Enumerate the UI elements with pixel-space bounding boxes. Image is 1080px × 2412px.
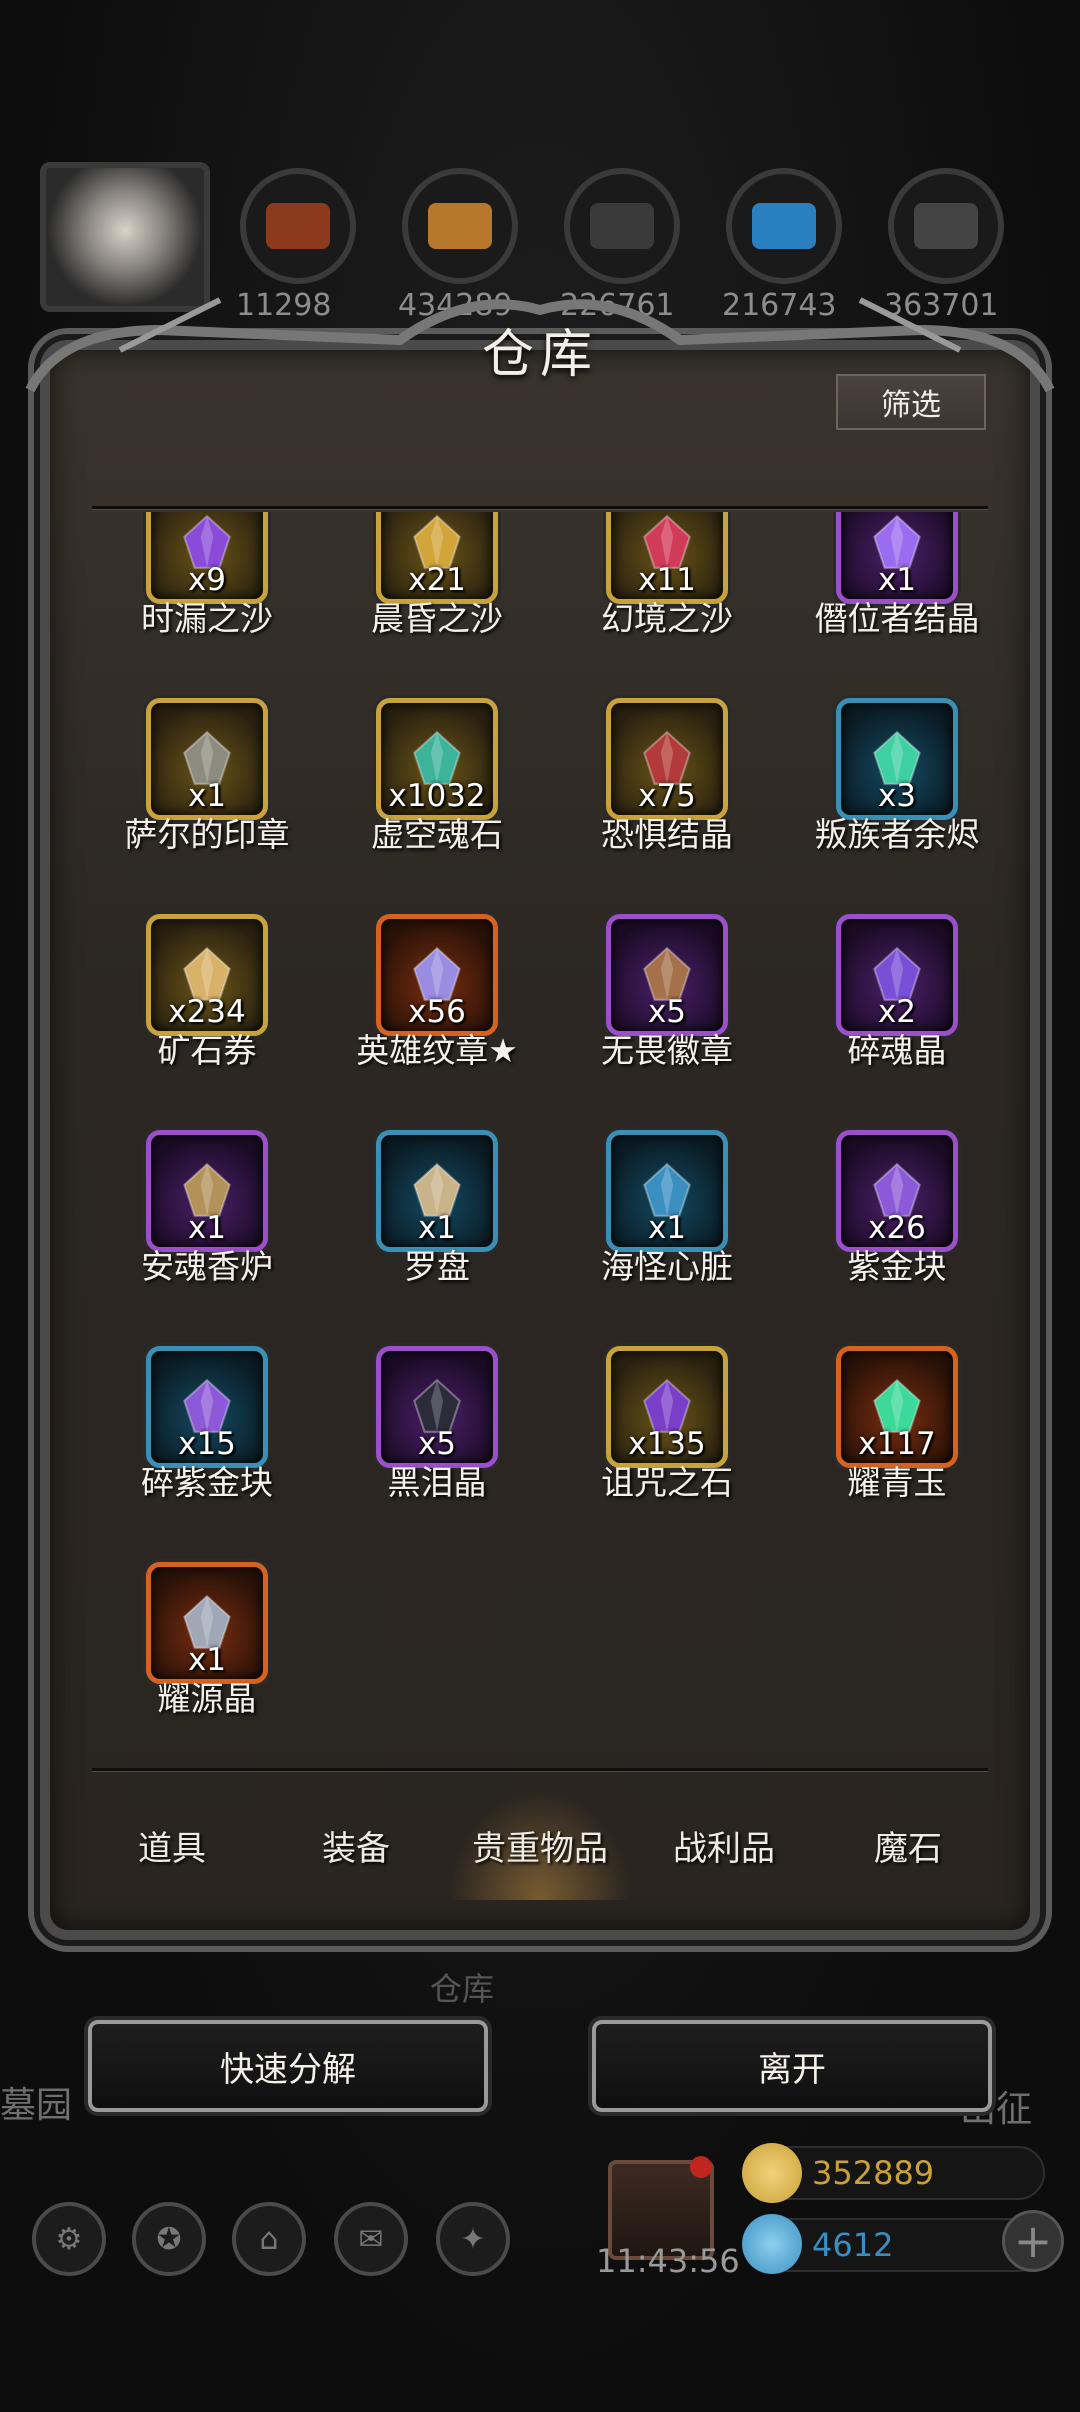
item-name: 矿石券 bbox=[157, 1031, 257, 1070]
gem-icon bbox=[742, 2214, 802, 2274]
resource-material-icon bbox=[590, 203, 654, 249]
item-name: 罗盘 bbox=[404, 1247, 470, 1286]
item-cell[interactable]: x5 黑泪晶 bbox=[322, 1346, 552, 1546]
item-cell[interactable]: x135 诅咒之石 bbox=[552, 1346, 782, 1546]
item-cell[interactable]: x2 碎魂晶 bbox=[782, 914, 988, 1114]
resource-material-icon bbox=[428, 203, 492, 249]
item-cell[interactable]: x56 英雄纹章★ bbox=[322, 914, 552, 1114]
item-cell[interactable]: x1 萨尔的印章 bbox=[92, 698, 322, 898]
item-cell[interactable]: x9 时漏之沙 bbox=[92, 512, 322, 682]
add-currency-button[interactable]: + bbox=[1002, 2210, 1064, 2272]
item-name: 碎紫金块 bbox=[141, 1463, 273, 1502]
resource-material-icon bbox=[752, 203, 816, 249]
item-name: 僭位者结晶 bbox=[814, 599, 980, 638]
category-tabs: 道具 装备 贵重物品 战利品 魔石 bbox=[80, 1790, 1000, 1900]
item-name: 英雄纹章★ bbox=[356, 1031, 518, 1070]
item-cell[interactable]: x5 无畏徽章 bbox=[552, 914, 782, 1114]
item-name: 耀青玉 bbox=[847, 1463, 947, 1502]
item-cell[interactable]: x26 紫金块 bbox=[782, 1130, 988, 1330]
item-name: 幻境之沙 bbox=[601, 599, 733, 638]
item-cell[interactable]: x1 罗盘 bbox=[322, 1130, 552, 1330]
item-cell[interactable]: x1 海怪心脏 bbox=[552, 1130, 782, 1330]
gold-coin-icon bbox=[742, 2143, 802, 2203]
gate-icon[interactable]: ⌂ bbox=[232, 2202, 306, 2276]
tab-3[interactable]: 贵重物品 bbox=[448, 1790, 632, 1900]
item-cell[interactable]: x21 晨昏之沙 bbox=[322, 512, 552, 682]
achievement-icon[interactable]: ✪ bbox=[132, 2202, 206, 2276]
quick-decompose-button[interactable]: 快速分解 bbox=[88, 2020, 488, 2112]
item-name: 黑泪晶 bbox=[387, 1463, 487, 1502]
item-cell[interactable]: x75 恐惧结晶 bbox=[552, 698, 782, 898]
item-cell[interactable]: x117 耀青玉 bbox=[782, 1346, 988, 1546]
tab-4[interactable]: 战利品 bbox=[632, 1790, 816, 1900]
item-name: 萨尔的印章 bbox=[124, 815, 290, 854]
item-name: 时漏之沙 bbox=[141, 599, 273, 638]
item-grid[interactable]: x9 时漏之沙 x21 晨昏之沙 x11 幻境之沙 x1 僭位者结晶 x1 萨尔的印章 x1032 虚… bbox=[92, 512, 988, 1768]
item-cell[interactable]: x15 碎紫金块 bbox=[92, 1346, 322, 1546]
tab-5[interactable]: 魔石 bbox=[816, 1790, 1000, 1900]
item-name: 诅咒之石 bbox=[601, 1463, 733, 1502]
resource-icon-4[interactable] bbox=[726, 168, 842, 284]
item-name: 安魂香炉 bbox=[141, 1247, 273, 1286]
resource-icon-5[interactable] bbox=[888, 168, 1004, 284]
leave-button[interactable]: 离开 bbox=[592, 2020, 992, 2112]
item-cell[interactable]: x1 安魂香炉 bbox=[92, 1130, 322, 1330]
resource-material-icon bbox=[266, 203, 330, 249]
notification-dot bbox=[690, 2156, 712, 2178]
item-cell[interactable]: x3 叛族者余烬 bbox=[782, 698, 988, 898]
item-name: 虚空魂石 bbox=[371, 815, 503, 854]
item-cell[interactable]: x234 矿石券 bbox=[92, 914, 322, 1114]
item-name: 紫金块 bbox=[847, 1247, 947, 1286]
tab-1[interactable]: 道具 bbox=[80, 1790, 264, 1900]
gem-amount: 4612 bbox=[812, 2226, 894, 2264]
gold-amount: 352889 bbox=[812, 2154, 935, 2192]
grid-top-divider bbox=[92, 506, 988, 509]
resource-icon-3[interactable] bbox=[564, 168, 680, 284]
settings-icon[interactable]: ⚙ bbox=[32, 2202, 106, 2276]
mail-icon[interactable]: ✉ bbox=[334, 2202, 408, 2276]
item-cell[interactable]: x1 僭位者结晶 bbox=[782, 512, 988, 682]
grid-bottom-divider bbox=[92, 1768, 988, 1771]
item-name: 晨昏之沙 bbox=[371, 599, 503, 638]
resource-icon-2[interactable] bbox=[402, 168, 518, 284]
bg-label-graveyard: 墓园 bbox=[0, 2085, 73, 2126]
item-name: 海怪心脏 bbox=[601, 1247, 733, 1286]
item-name: 无畏徽章 bbox=[601, 1031, 733, 1070]
item-name: 碎魂晶 bbox=[847, 1031, 947, 1070]
gift-timer: 11:43:56 bbox=[596, 2242, 740, 2280]
item-cell[interactable]: x1 耀源晶 bbox=[92, 1562, 322, 1762]
map-icon[interactable]: ✦ bbox=[436, 2202, 510, 2276]
tab-2[interactable]: 装备 bbox=[264, 1790, 448, 1900]
resource-material-icon bbox=[914, 203, 978, 249]
resource-icon-1[interactable] bbox=[240, 168, 356, 284]
item-name: 恐惧结晶 bbox=[601, 815, 733, 854]
item-cell[interactable]: x1032 虚空魂石 bbox=[322, 698, 552, 898]
filter-button[interactable]: 筛选 bbox=[836, 374, 986, 430]
bg-label-warehouse: 仓库 bbox=[430, 1970, 495, 2008]
item-name: 叛族者余烬 bbox=[814, 815, 980, 854]
item-cell[interactable]: x11 幻境之沙 bbox=[552, 512, 782, 682]
item-name: 耀源晶 bbox=[157, 1679, 257, 1718]
